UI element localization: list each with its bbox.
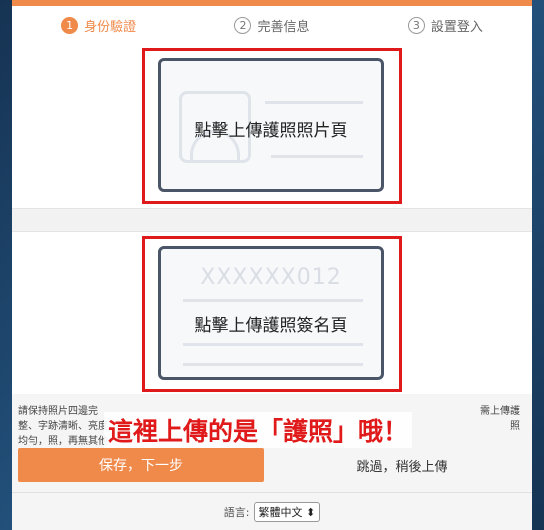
placeholder-line xyxy=(183,363,363,366)
step-number: 3 xyxy=(407,16,425,34)
step-number: 2 xyxy=(234,16,252,34)
passport-photo-upload-card[interactable]: 點擊上傳護照照片頁 xyxy=(158,58,384,192)
skip-button[interactable]: 跳過，稍後上傳 xyxy=(312,448,492,482)
placeholder-line xyxy=(265,101,363,104)
save-next-button[interactable]: 保存，下一步 xyxy=(18,448,264,482)
step-setup-login: 3 設置登入 xyxy=(359,16,532,35)
step-complete-info: 2 完善信息 xyxy=(185,16,358,35)
placeholder-line xyxy=(183,299,363,302)
step-identity-verification: 1 身份驗證 xyxy=(12,16,185,35)
photo-page-section: 點擊上傳護照照片頁 xyxy=(12,44,532,208)
mrz-placeholder-text: XXXXXX012 xyxy=(200,265,342,290)
step-indicator: 1 身份驗證 2 完善信息 3 設置登入 xyxy=(12,6,532,45)
language-selected-value: 繁體中文 xyxy=(258,506,303,519)
step-label: 完善信息 xyxy=(257,19,310,35)
section-divider xyxy=(12,208,532,232)
placeholder-line xyxy=(183,343,363,346)
placeholder-line xyxy=(271,155,363,158)
language-selector-row: 語言: 繁體中文 ⬍ xyxy=(12,502,532,522)
upload-signature-page-label: 點擊上傳護照簽名頁 xyxy=(194,316,348,336)
step-label: 設置登入 xyxy=(430,19,483,35)
registration-panel: 1 身份驗證 2 完善信息 3 設置登入 點擊上傳護照照片頁 XXXXXX012… xyxy=(12,0,532,530)
select-arrows-icon: ⬍ xyxy=(306,506,316,519)
footer-divider xyxy=(12,492,532,493)
upload-photo-page-label: 點擊上傳護照照片頁 xyxy=(194,121,348,141)
passport-signature-upload-card[interactable]: XXXXXX012 點擊上傳護照簽名頁 xyxy=(158,246,384,380)
language-select[interactable]: 繁體中文 ⬍ xyxy=(253,502,321,522)
signature-page-section: XXXXXX012 點擊上傳護照簽名頁 xyxy=(12,232,532,394)
step-number: 1 xyxy=(61,16,79,34)
instructions-right-text: 需上傳護照 xyxy=(480,406,520,432)
step-label: 身份驗證 xyxy=(84,19,137,35)
language-label: 語言: xyxy=(223,506,250,519)
annotation-overlay: 這裡上傳的是「護照」哦！ xyxy=(104,412,413,448)
